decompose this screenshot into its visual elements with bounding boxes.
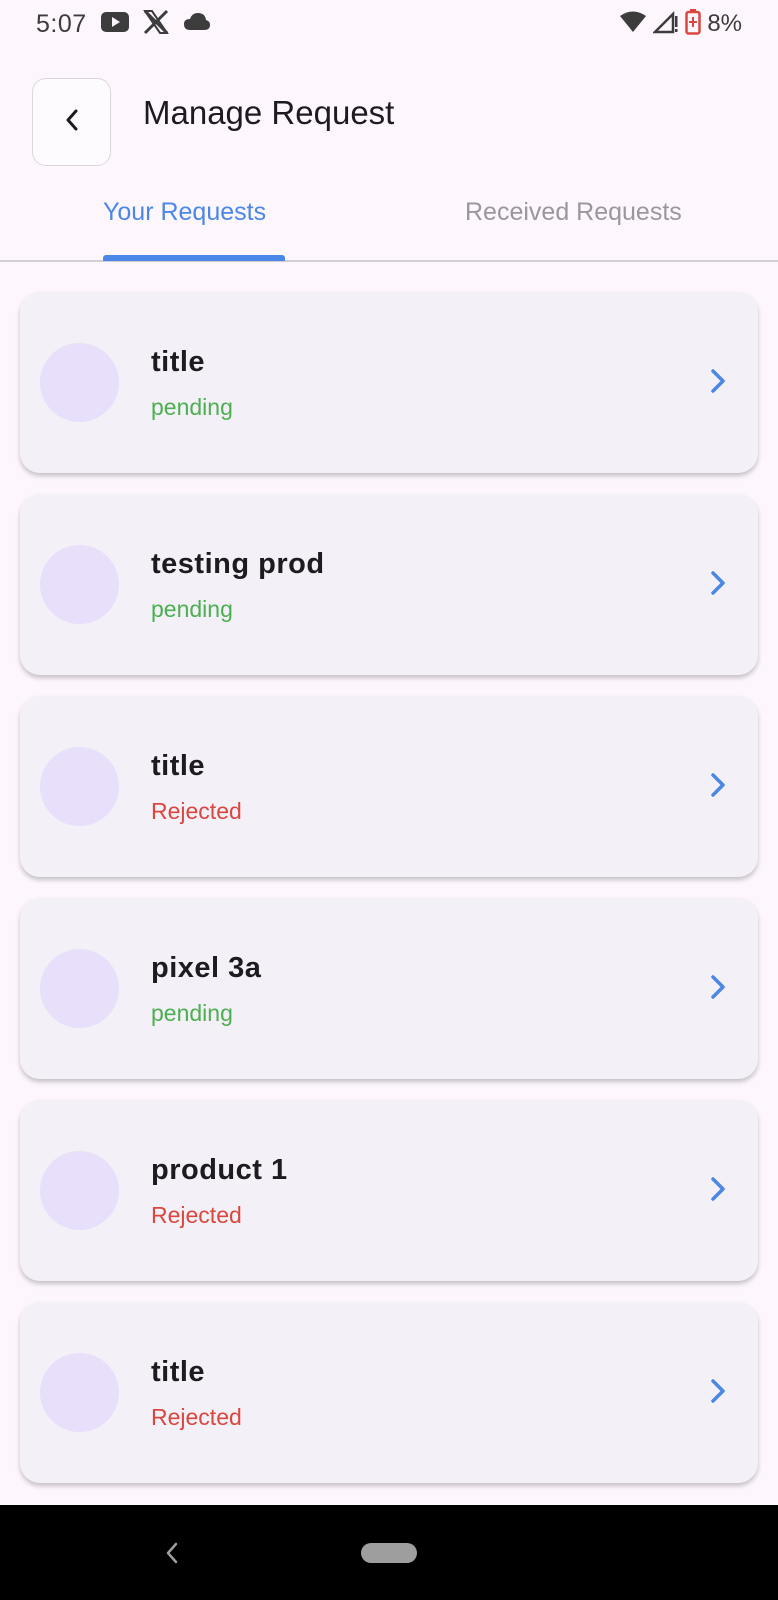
chevron-right-icon[interactable] [708, 1376, 728, 1406]
status-bar: 5:07 8% [0, 0, 778, 48]
chevron-right-icon[interactable] [708, 1174, 728, 1204]
status-left: 5:07 [36, 9, 211, 40]
avatar [40, 1151, 119, 1230]
request-title: product 1 [151, 1154, 288, 1186]
tab-indicator [103, 255, 285, 261]
request-status: pending [151, 1000, 233, 1026]
signal-icon [652, 10, 679, 39]
nav-back-icon[interactable] [164, 1541, 180, 1570]
x-icon [142, 9, 169, 40]
page-title: Manage Request [143, 94, 395, 131]
request-status: Rejected [151, 1404, 242, 1430]
chevron-right-icon[interactable] [708, 972, 728, 1002]
request-card[interactable]: title Rejected [20, 1302, 758, 1483]
request-title: testing prod [151, 548, 325, 580]
avatar [40, 747, 119, 826]
avatar [40, 949, 119, 1028]
request-card[interactable]: product 1 Rejected [20, 1100, 758, 1281]
request-status: Rejected [151, 1202, 242, 1228]
chevron-right-icon[interactable] [708, 568, 728, 598]
chevron-left-icon [64, 108, 80, 137]
youtube-icon [100, 11, 129, 38]
request-status: pending [151, 596, 233, 622]
avatar [40, 1353, 119, 1432]
request-list: title pending testing prod pending title… [20, 292, 758, 1504]
request-card[interactable]: testing prod pending [20, 494, 758, 675]
app-header: Manage Request [0, 78, 778, 166]
avatar [40, 343, 119, 422]
tab-your-requests[interactable]: Your Requests [103, 198, 266, 227]
request-status: Rejected [151, 798, 242, 824]
request-card[interactable]: title pending [20, 292, 758, 473]
request-card[interactable]: title Rejected [20, 696, 758, 877]
request-title: title [151, 1356, 206, 1388]
status-time: 5:07 [36, 9, 87, 38]
back-button[interactable] [32, 78, 111, 166]
request-status: pending [151, 394, 233, 420]
tab-received-requests[interactable]: Received Requests [465, 198, 682, 227]
system-nav-bar [0, 1505, 778, 1600]
chevron-right-icon[interactable] [708, 770, 728, 800]
nav-home-pill[interactable] [361, 1543, 417, 1563]
battery-icon [685, 8, 702, 40]
request-title: title [151, 346, 206, 378]
cloud-icon [183, 12, 211, 37]
request-title: title [151, 750, 206, 782]
battery-percentage: 8% [707, 10, 742, 37]
wifi-icon [619, 10, 647, 39]
status-right: 8% [619, 8, 742, 40]
tab-bar: Your Requests Received Requests [0, 178, 778, 262]
request-card[interactable]: pixel 3a pending [20, 898, 758, 1079]
chevron-right-icon[interactable] [708, 366, 728, 396]
request-title: pixel 3a [151, 952, 262, 984]
avatar [40, 545, 119, 624]
